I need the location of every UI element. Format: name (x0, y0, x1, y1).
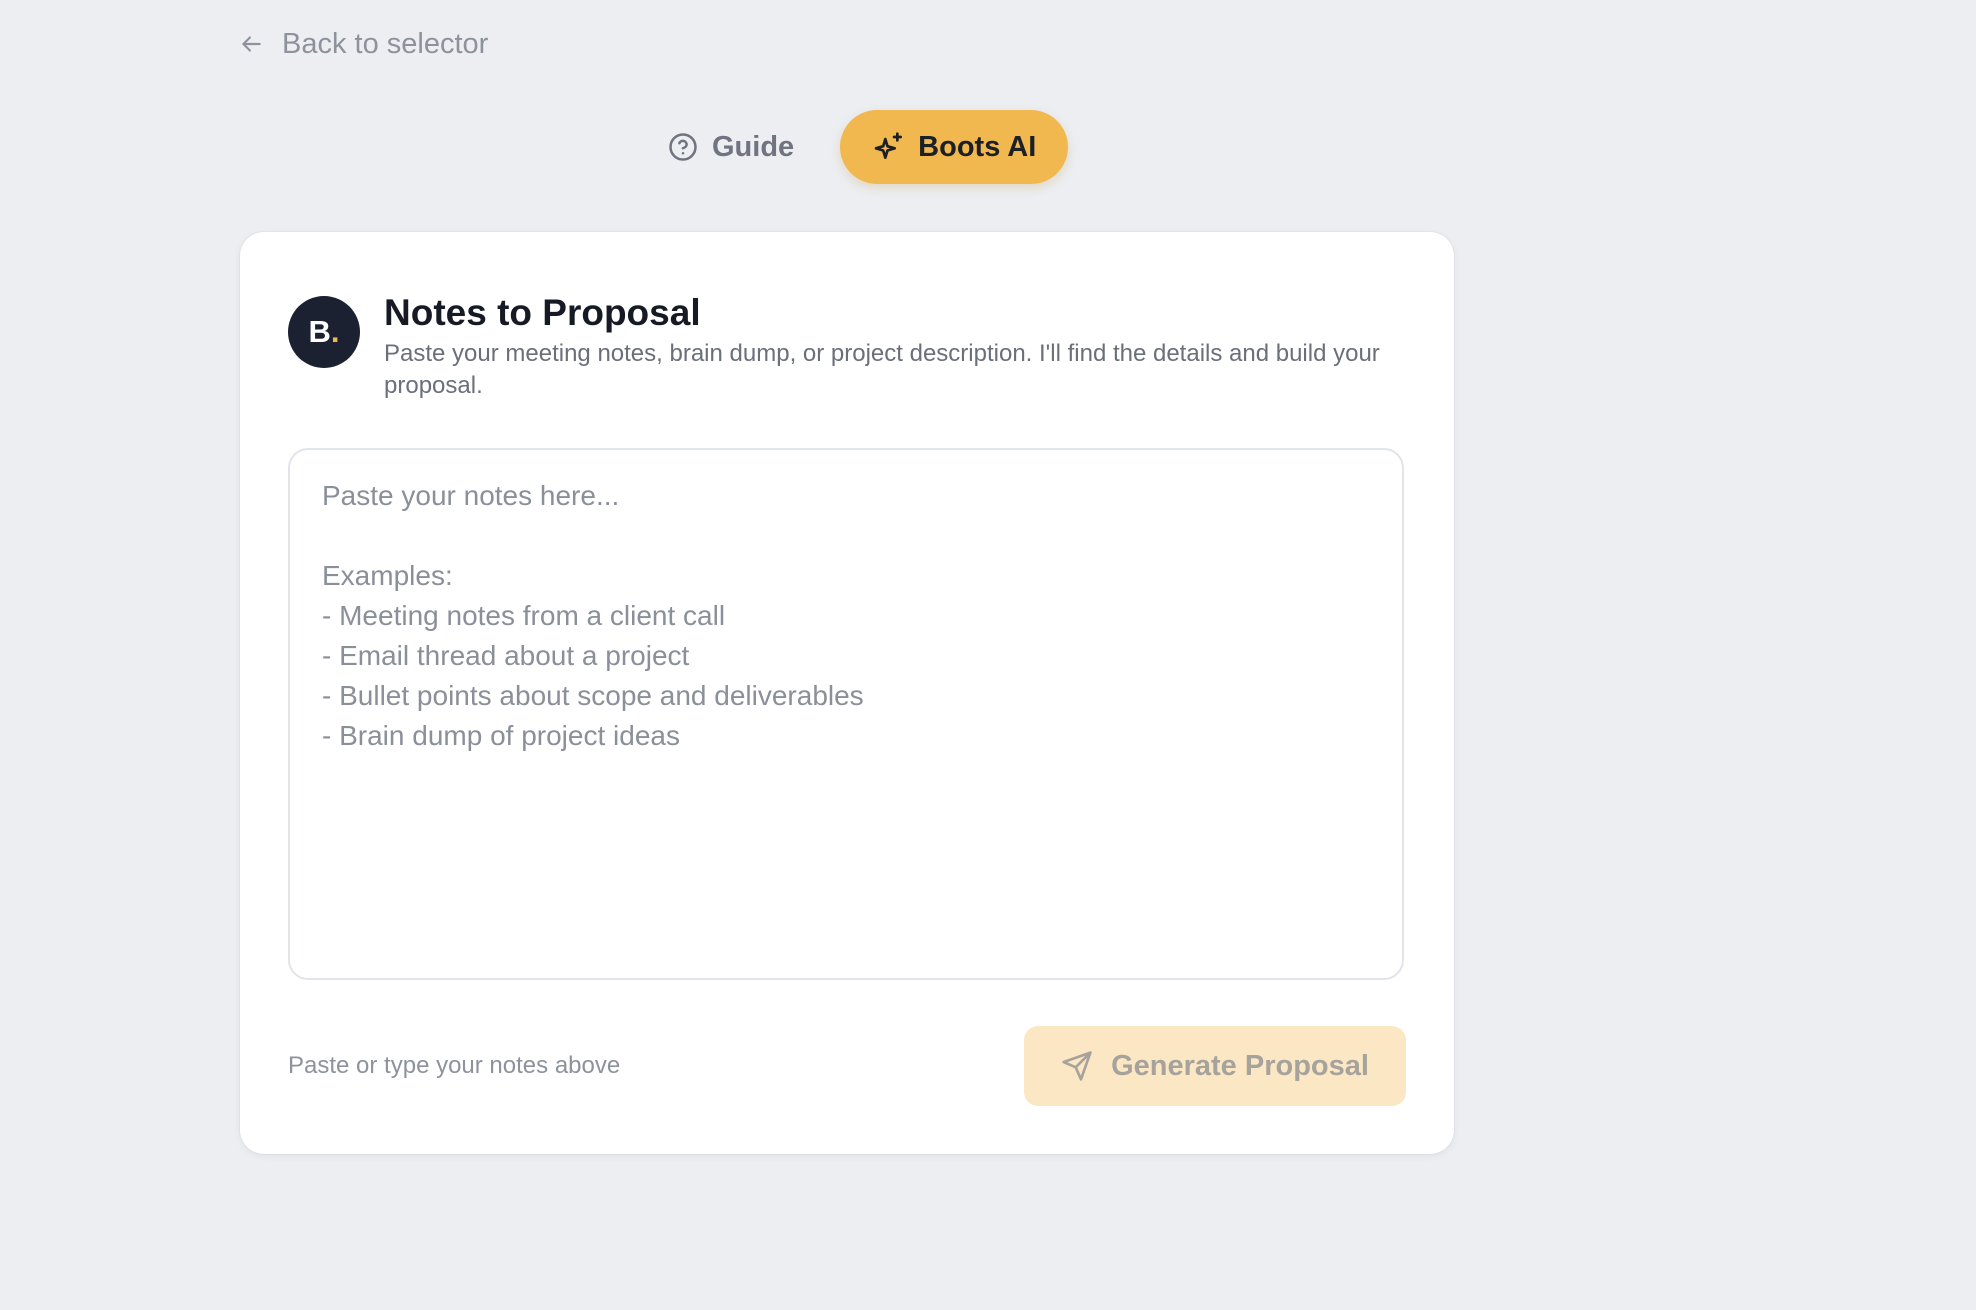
back-to-selector-link[interactable]: Back to selector (238, 24, 488, 64)
avatar-dot: . (330, 314, 340, 349)
help-circle-icon (669, 133, 697, 161)
avatar-letter: B (308, 314, 331, 349)
guide-mode-button[interactable]: Guide (648, 110, 814, 184)
card-header: B. Notes to Proposal Paste your meeting … (288, 290, 1406, 402)
avatar: B. (288, 296, 360, 368)
page-title: Notes to Proposal (384, 292, 701, 333)
card-header-text: Notes to Proposal Paste your meeting not… (384, 290, 1406, 402)
input-hint: Paste or type your notes above (288, 1052, 621, 1079)
generate-proposal-button[interactable]: Generate Proposal (1024, 1026, 1406, 1106)
guide-mode-label: Guide (712, 130, 795, 163)
send-icon (1062, 1051, 1092, 1081)
boots-ai-mode-label: Boots AI (918, 130, 1037, 163)
page-subtitle: Paste your meeting notes, brain dump, or… (384, 340, 1380, 399)
boots-ai-mode-button[interactable]: Boots AI (840, 110, 1069, 184)
back-link-label: Back to selector (282, 27, 489, 60)
card-footer: Paste or type your notes above Generate … (288, 1026, 1406, 1106)
arrow-left-icon (242, 36, 261, 52)
notes-input[interactable] (288, 448, 1404, 980)
generate-proposal-label: Generate Proposal (1111, 1049, 1369, 1082)
notes-to-proposal-card: B. Notes to Proposal Paste your meeting … (240, 232, 1454, 1154)
mode-switcher: Guide Boots AI (648, 110, 1069, 184)
sparkles-icon (874, 132, 903, 159)
